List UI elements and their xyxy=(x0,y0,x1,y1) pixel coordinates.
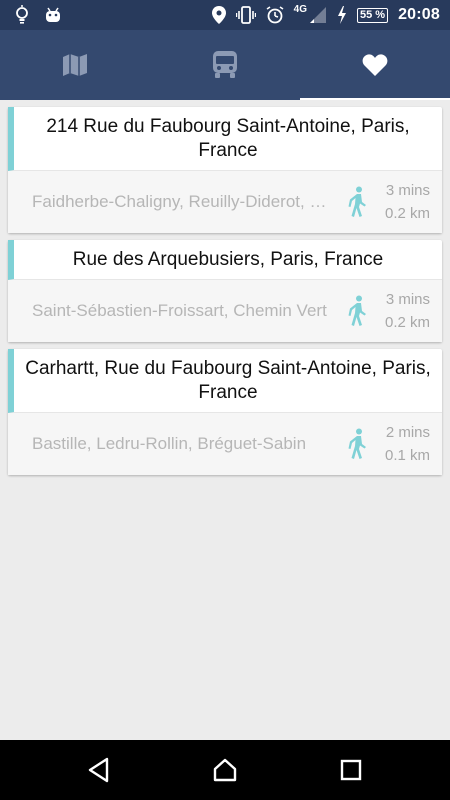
signal-icon xyxy=(310,7,326,23)
map-icon xyxy=(63,54,87,76)
alarm-icon xyxy=(266,6,284,24)
nearby-stops: Bastille, Ledru-Rollin, Bréguet-Sabin xyxy=(32,434,307,453)
favorite-title: Rue des Arquebusiers, Paris, France xyxy=(72,248,384,270)
android-icon xyxy=(46,7,60,22)
tab-transit[interactable] xyxy=(150,30,300,100)
clock: 20:08 xyxy=(398,6,440,23)
battery-level: 55 % xyxy=(357,7,389,23)
walking-icon xyxy=(348,428,366,459)
tab-favorites[interactable] xyxy=(300,30,450,100)
favorite-card[interactable]: Carhartt, Rue du Faubourg Saint-Antoine,… xyxy=(8,349,442,475)
home-icon[interactable] xyxy=(212,757,238,783)
walking-icon xyxy=(348,186,366,217)
tab-bar xyxy=(0,30,450,100)
system-nav-bar xyxy=(0,740,450,800)
walk-time: 3 mins xyxy=(385,291,430,308)
tab-map[interactable] xyxy=(0,30,150,100)
walk-time: 2 mins xyxy=(385,424,430,441)
favorite-details: Bastille, Ledru-Rollin, Bréguet-Sabin 2 … xyxy=(8,413,442,475)
walk-distance: 0.2 km xyxy=(384,205,430,222)
favorite-card[interactable]: 214 Rue du Faubourg Saint-Antoine, Paris… xyxy=(8,107,442,233)
network-type: 4G xyxy=(293,3,307,15)
back-icon[interactable] xyxy=(87,757,111,783)
nearby-stops: Faidherbe-Chaligny, Reuilly-Diderot, Nat… xyxy=(32,192,337,211)
favorite-card[interactable]: Rue des Arquebusiers, Paris, France Sain… xyxy=(8,240,442,342)
favorite-details: Faidherbe-Chaligny, Reuilly-Diderot, Nat… xyxy=(8,171,442,233)
walk-distance: 0.1 km xyxy=(384,447,430,464)
heart-icon xyxy=(362,54,388,76)
lightbulb-icon xyxy=(16,5,28,24)
favorite-title-row: Rue des Arquebusiers, Paris, France xyxy=(8,240,442,280)
favorite-title: 214 Rue du Faubourg Saint-Antoine, Paris… xyxy=(46,115,410,161)
charging-icon xyxy=(338,6,346,24)
vibrate-icon xyxy=(235,6,256,24)
recents-icon[interactable] xyxy=(339,757,363,783)
nearby-stops: Saint-Sébastien-Froissart, Chemin Vert xyxy=(32,301,327,320)
bus-icon xyxy=(213,51,237,78)
walking-icon xyxy=(348,295,366,326)
walk-distance: 0.2 km xyxy=(384,314,430,331)
walk-time: 3 mins xyxy=(385,182,430,199)
favorite-title-row: Carhartt, Rue du Faubourg Saint-Antoine,… xyxy=(8,349,442,413)
location-icon xyxy=(211,6,226,24)
favorite-details: Saint-Sébastien-Froissart, Chemin Vert 3… xyxy=(8,280,442,342)
favorite-title-row: 214 Rue du Faubourg Saint-Antoine, Paris… xyxy=(8,107,442,171)
favorite-title: Carhartt, Rue du Faubourg Saint-Antoine,… xyxy=(25,357,431,403)
status-bar: 4G 55 % 20:08 xyxy=(0,0,450,30)
